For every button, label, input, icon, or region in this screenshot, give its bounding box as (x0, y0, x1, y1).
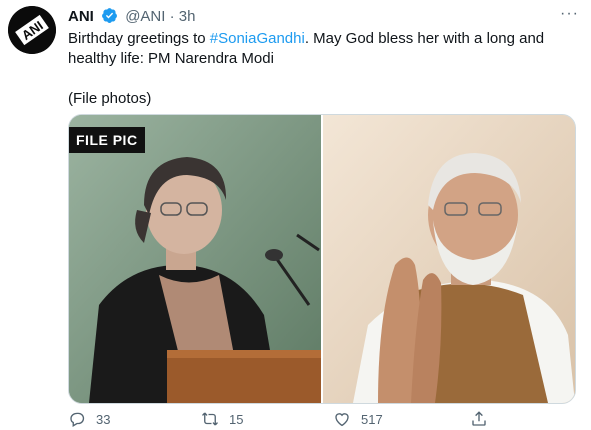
retweet-count: 15 (229, 411, 244, 427)
timestamp[interactable]: 3h (179, 8, 196, 25)
verified-badge-icon (101, 7, 118, 28)
separator-dot: · (169, 8, 175, 25)
tweet-header: ANI @ANI · 3h ··· (68, 5, 579, 28)
author-name[interactable]: ANI (68, 8, 94, 25)
photo-left-illustration (69, 115, 321, 403)
photo-left[interactable]: FILE PIC (69, 115, 321, 403)
like-count: 517 (361, 411, 383, 427)
ani-logo-icon: ANI (8, 6, 56, 54)
tweet-text-before: Birthday greetings to (68, 30, 210, 47)
reply-button[interactable]: 33 (68, 410, 110, 428)
more-menu-icon[interactable]: ··· (560, 5, 579, 23)
retweet-icon (202, 412, 218, 426)
tweet-card[interactable]: ANI ANI @ANI · 3h ··· Birthday greetings… (0, 0, 591, 428)
reply-count: 33 (96, 411, 111, 427)
photo-right[interactable] (323, 115, 575, 403)
share-icon (472, 411, 486, 426)
author-handle[interactable]: @ANI (125, 8, 165, 25)
tweet-media[interactable]: FILE PIC (68, 114, 576, 404)
hashtag-link[interactable]: #SoniaGandhi (210, 30, 305, 47)
like-icon (335, 413, 349, 427)
tweet-text: Birthday greetings to #SoniaGandhi. May … (68, 29, 568, 109)
tweet-actions: 33 15 517 (68, 410, 568, 430)
avatar[interactable]: ANI (8, 6, 56, 54)
share-button[interactable] (470, 410, 488, 428)
like-button[interactable]: 517 (333, 410, 383, 428)
retweet-button[interactable]: 15 (201, 410, 243, 428)
file-pic-label: FILE PIC (69, 127, 145, 153)
tweet-note: (File photos) (68, 90, 152, 107)
photo-right-illustration (323, 115, 575, 403)
reply-icon (70, 412, 85, 427)
